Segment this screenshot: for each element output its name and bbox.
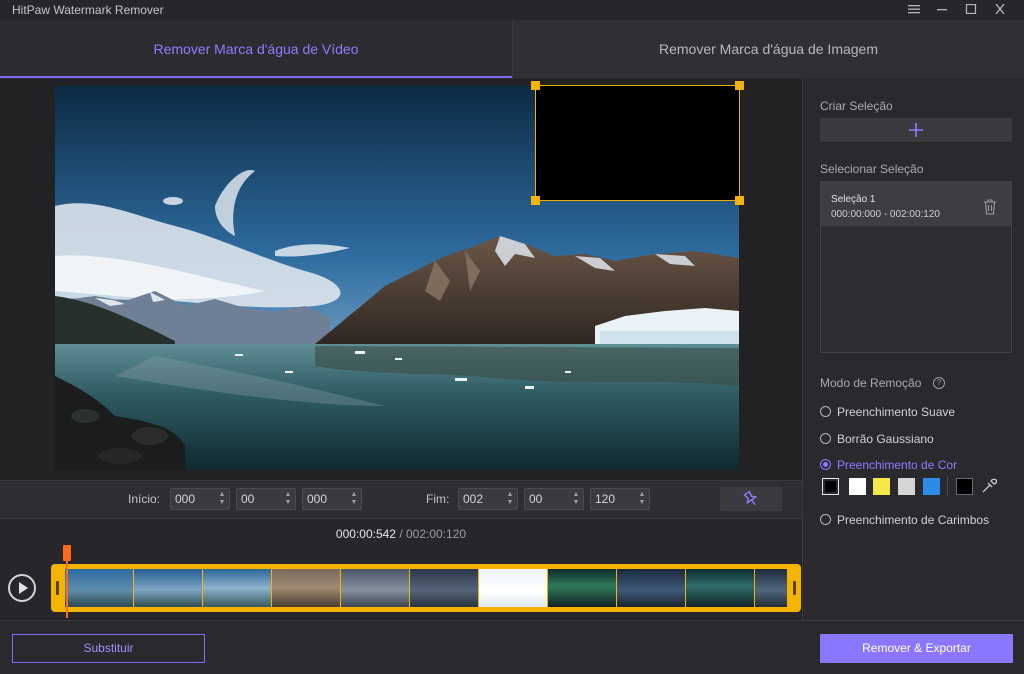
maximize-icon[interactable] [961, 1, 981, 19]
start-time-label: Início: [128, 492, 161, 506]
frame-thumbnail [479, 569, 547, 607]
app-window: HitPaw Watermark Remover Remover Marca d… [0, 0, 1024, 674]
watermark-selection-box[interactable] [531, 81, 744, 205]
start-millis-input[interactable]: 000 ▲ ▼ [302, 488, 362, 510]
timecode-display: 000:00:542 / 002:00:120 [0, 527, 802, 541]
stepper-arrows-icon[interactable]: ▲ ▼ [284, 491, 292, 507]
color-swatch-gray[interactable] [898, 478, 915, 495]
add-selection-button[interactable] [820, 118, 1012, 142]
play-icon [19, 582, 28, 594]
pin-icon [743, 490, 758, 506]
radio-icon[interactable] [820, 406, 831, 417]
title-bar: HitPaw Watermark Remover [0, 0, 1024, 20]
frame-thumbnail [203, 569, 271, 607]
stepper-arrows-icon[interactable]: ▲ ▼ [506, 491, 514, 507]
tab-video-watermark[interactable]: Remover Marca d'água de Vídeo [0, 20, 512, 78]
resize-handle-top-right[interactable] [735, 81, 744, 90]
removal-mode-label: Modo de Remoção [820, 376, 922, 390]
trim-handle-left[interactable] [56, 581, 59, 595]
play-button[interactable] [8, 574, 36, 602]
end-time-label: Fim: [426, 492, 450, 506]
create-selection-label: Criar Seleção [820, 99, 893, 113]
color-swatch-blue[interactable] [923, 478, 940, 495]
radio-selected-icon[interactable] [820, 459, 831, 470]
menu-icon[interactable] [904, 1, 924, 19]
end-hours-input[interactable]: 002 ▲ ▼ [458, 488, 518, 510]
select-selection-label: Selecionar Seleção [820, 162, 924, 176]
resize-handle-bottom-left[interactable] [531, 196, 540, 205]
playhead-line [66, 560, 68, 618]
frame-thumbnails [65, 569, 787, 607]
timeline-strip[interactable] [51, 564, 801, 612]
eyedropper-icon[interactable] [980, 477, 998, 495]
color-swatch-black[interactable] [822, 478, 839, 495]
end-millis-input[interactable]: 120 ▲ ▼ [590, 488, 650, 510]
selection-item[interactable]: Seleção 1 000:00:000 - 002:00:120 [821, 182, 1011, 226]
plus-icon [909, 123, 923, 137]
stepper-arrows-icon[interactable]: ▲ ▼ [350, 491, 358, 507]
selection-name: Seleção 1 [831, 194, 876, 205]
frame-thumbnail [65, 569, 133, 607]
frame-thumbnail [134, 569, 202, 607]
help-icon[interactable]: ? [933, 377, 945, 389]
radio-icon[interactable] [820, 514, 831, 525]
stepper-arrows-icon[interactable]: ▲ ▼ [218, 491, 226, 507]
selection-list: Seleção 1 000:00:000 - 002:00:120 [820, 181, 1012, 353]
timecode-separator: / [395, 527, 406, 541]
stepper-arrows-icon[interactable]: ▲ ▼ [638, 491, 646, 507]
total-duration: 002:00:120 [406, 527, 467, 541]
radio-icon[interactable] [820, 433, 831, 444]
stepper-arrows-icon[interactable]: ▲ ▼ [572, 491, 580, 507]
frame-thumbnail [755, 569, 787, 607]
app-title: HitPaw Watermark Remover [12, 3, 164, 17]
pin-button[interactable] [720, 487, 782, 511]
frame-thumbnail [410, 569, 478, 607]
replace-button[interactable]: Substituir [12, 634, 205, 663]
minimize-icon[interactable] [932, 1, 952, 19]
time-range-row [0, 480, 802, 519]
tab-image-watermark[interactable]: Remover Marca d'água de Imagem [512, 20, 1024, 78]
trim-handle-right[interactable] [793, 581, 796, 595]
frame-thumbnail [341, 569, 409, 607]
color-swatch-yellow[interactable] [873, 478, 890, 495]
mode-tabs: Remover Marca d'água de Vídeo Remover Ma… [0, 20, 1024, 78]
remove-export-button[interactable]: Remover & Exportar [820, 634, 1013, 663]
selection-range: 000:00:000 - 002:00:120 [831, 209, 940, 220]
frame-thumbnail [548, 569, 616, 607]
current-time: 000:00:542 [335, 527, 396, 541]
trash-icon[interactable] [983, 199, 997, 215]
swatch-divider [947, 476, 948, 496]
frame-thumbnail [272, 569, 340, 607]
color-swatch-white[interactable] [849, 478, 866, 495]
custom-color-swatch[interactable] [956, 478, 973, 495]
frame-thumbnail [686, 569, 754, 607]
resize-handle-bottom-right[interactable] [735, 196, 744, 205]
playhead-handle[interactable] [63, 545, 71, 561]
resize-handle-top-left[interactable] [531, 81, 540, 90]
start-minutes-input[interactable]: 00 ▲ ▼ [236, 488, 296, 510]
close-icon[interactable] [990, 1, 1010, 19]
start-hours-input[interactable]: 000 ▲ ▼ [170, 488, 230, 510]
frame-thumbnail [617, 569, 685, 607]
end-minutes-input[interactable]: 00 ▲ ▼ [524, 488, 584, 510]
video-preview-area [0, 79, 802, 480]
